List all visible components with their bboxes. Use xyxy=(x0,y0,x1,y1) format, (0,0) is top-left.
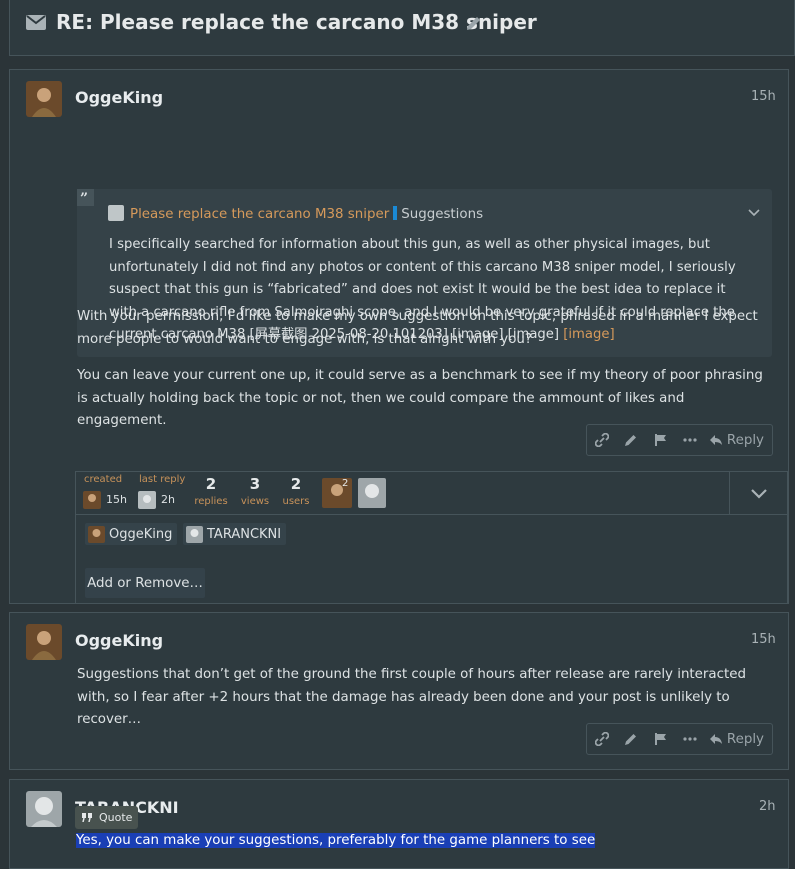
quoted-topic-link[interactable]: Please replace the carcano M38 sniper xyxy=(130,207,389,222)
created-label: created xyxy=(84,474,123,485)
participant-name: OggeKing xyxy=(109,526,173,542)
participant-name: TARANCKNI xyxy=(207,526,282,542)
post-username[interactable]: OggeKing xyxy=(75,88,163,107)
quoted-category-link[interactable]: Suggestions xyxy=(401,207,483,222)
pencil-icon[interactable] xyxy=(616,724,645,754)
post-paragraph: Yes, you can make your suggestions, pref… xyxy=(76,830,776,853)
divider xyxy=(729,472,730,515)
selected-text: Yes, you can make your suggestions, pref… xyxy=(76,833,596,848)
last-reply-label: last reply xyxy=(139,474,186,485)
post-actions: Reply xyxy=(586,723,773,755)
avatar xyxy=(108,205,124,221)
avatar[interactable] xyxy=(26,81,62,117)
svg-text:”: ” xyxy=(80,191,88,206)
post-2: OggeKing 15h Suggestions that don’t get … xyxy=(9,612,789,770)
views-count: 3 xyxy=(249,475,261,493)
participant-chip[interactable]: TARANCKNI xyxy=(183,523,287,545)
quote-icon xyxy=(82,813,92,822)
pencil-icon[interactable] xyxy=(465,15,482,32)
avatar[interactable] xyxy=(358,478,386,508)
topic-map-stats: created 15h last reply 2h 2 replies 3 vi… xyxy=(76,472,787,515)
ellipsis-icon[interactable] xyxy=(675,724,704,754)
avatar[interactable] xyxy=(138,491,156,509)
topic-map: created 15h last reply 2h 2 replies 3 vi… xyxy=(75,471,788,604)
post-count-badge: 2 xyxy=(342,478,349,489)
post-paragraph: Suggestions that don’t get of the ground… xyxy=(77,667,746,727)
category-badge xyxy=(393,206,398,220)
replies-count: 2 xyxy=(205,475,217,493)
reply-icon xyxy=(709,435,722,445)
reply-button[interactable]: Reply xyxy=(705,433,772,448)
add-or-remove-button[interactable]: Add or Remove… xyxy=(85,568,205,598)
avatar[interactable] xyxy=(26,624,62,660)
topic-header: RE: Please replace the carcano M38 snipe… xyxy=(9,0,795,56)
quote-label: Quote xyxy=(99,811,133,824)
post-username[interactable]: OggeKing xyxy=(75,631,163,650)
reply-icon xyxy=(709,734,722,744)
chevron-down-icon[interactable] xyxy=(750,488,768,499)
post-date[interactable]: 15h xyxy=(751,89,776,104)
replies-label: replies xyxy=(194,496,228,507)
avatar[interactable] xyxy=(26,791,62,827)
avatar xyxy=(186,525,203,543)
post-date[interactable]: 15h xyxy=(751,632,776,647)
flag-icon[interactable] xyxy=(646,724,675,754)
chevron-down-icon[interactable] xyxy=(748,209,760,217)
avatar xyxy=(88,525,105,543)
participant-chip[interactable]: OggeKing xyxy=(85,523,178,545)
pencil-icon[interactable] xyxy=(616,425,645,455)
quote-icon: ” xyxy=(77,189,94,206)
flag-icon[interactable] xyxy=(646,425,675,455)
link-icon[interactable] xyxy=(587,425,616,455)
envelope-icon xyxy=(26,15,46,30)
quote-header: Please replace the carcano M38 sniper Sug… xyxy=(108,205,483,222)
avatar[interactable] xyxy=(83,491,101,509)
created-time[interactable]: 15h xyxy=(106,493,127,506)
users-count: 2 xyxy=(290,475,302,493)
views-label: views xyxy=(240,496,270,507)
reply-button[interactable]: Reply xyxy=(705,732,772,747)
post-date[interactable]: 2h xyxy=(759,799,776,814)
quote-button[interactable]: Quote xyxy=(75,806,138,829)
post-actions: Reply xyxy=(586,424,773,456)
ellipsis-icon[interactable] xyxy=(675,425,704,455)
post-paragraph: You can leave your current one up, it co… xyxy=(77,368,763,428)
link-icon[interactable] xyxy=(587,724,616,754)
users-label: users xyxy=(282,496,310,507)
reply-label: Reply xyxy=(726,731,764,747)
reply-label: Reply xyxy=(726,432,764,448)
last-reply-time[interactable]: 2h xyxy=(161,493,175,506)
post-paragraph: With your permission, I’d like to make m… xyxy=(77,309,758,347)
